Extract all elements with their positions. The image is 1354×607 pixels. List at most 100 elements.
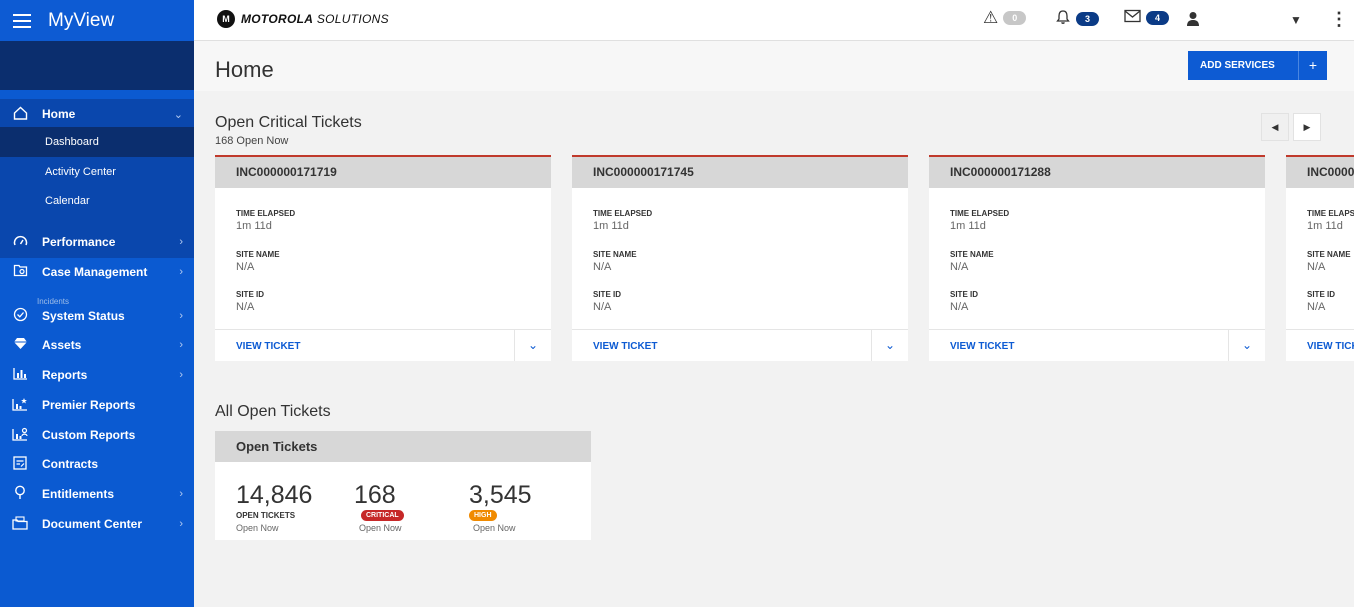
view-ticket-link[interactable]: VIEW TICKET <box>1307 341 1354 352</box>
ticket-card-footer: VIEW TICKET ⌄ <box>572 329 908 361</box>
sidebar-item-custom-reports[interactable]: Custom Reports <box>0 420 194 450</box>
critical-badge: CRITICAL <box>361 510 404 521</box>
time-elapsed-value: 1m 11d <box>236 220 272 232</box>
site-id-label: SITE ID <box>1307 290 1336 299</box>
critical-tickets-subtitle: 168 Open Now <box>215 135 289 147</box>
sidebar-item-document-center[interactable]: Document Center › <box>0 509 194 539</box>
time-elapsed-value: 1m 11d <box>593 220 629 232</box>
user-dropdown-icon[interactable]: ▼ <box>1290 13 1302 27</box>
notifications-button[interactable]: 3 <box>1055 9 1099 28</box>
open-tickets-count: 14,846 <box>236 481 313 509</box>
chevron-down-icon[interactable]: ⌄ <box>1237 338 1257 352</box>
site-name-value: N/A <box>593 261 612 273</box>
site-name-label: SITE NAME <box>593 250 637 259</box>
sidebar-subitem-calendar[interactable]: Calendar <box>0 186 194 216</box>
open-tickets-card-title: Open Tickets <box>215 431 591 462</box>
ticket-id: INC000000171719 <box>215 157 551 188</box>
sidebar-item-case-management[interactable]: Case Management › <box>0 257 194 287</box>
sidebar-item-entitlements[interactable]: Entitlements › <box>0 479 194 509</box>
sidebar-subitem-activity-center[interactable]: Activity Center <box>0 157 194 187</box>
site-id-label: SITE ID <box>236 290 265 299</box>
high-count: 3,545 <box>469 481 532 509</box>
open-now-label: Open Now <box>359 523 402 533</box>
critical-tickets-carousel: INC000000171719 TIME ELAPSED 1m 11d SITE… <box>215 155 1354 361</box>
ticket-card-footer: VIEW TICKET ⌄ <box>215 329 551 361</box>
messages-button[interactable]: 4 <box>1124 9 1169 26</box>
sidebar-header <box>0 41 194 90</box>
ticket-card: INC000000171 TIME ELAPSED 1m 11d SITE NA… <box>1286 155 1354 361</box>
time-elapsed-value: 1m 11d <box>1307 220 1343 232</box>
time-elapsed-label: TIME ELAPSED <box>950 209 1010 218</box>
messages-count-badge: 4 <box>1146 10 1169 25</box>
view-ticket-link[interactable]: VIEW TICKET <box>593 341 657 352</box>
chevron-right-icon: › <box>179 488 183 500</box>
chevron-down-icon: ⌄ <box>173 108 183 121</box>
contract-icon <box>10 455 30 473</box>
sidebar-item-reports[interactable]: Reports › <box>0 360 194 390</box>
open-now-label: Open Now <box>236 523 279 533</box>
alerts-count-badge: 0 <box>1003 10 1027 25</box>
time-elapsed-label: TIME ELAPSED <box>593 209 653 218</box>
pin-icon <box>10 485 30 503</box>
site-name-label: SITE NAME <box>950 250 994 259</box>
site-id-value: N/A <box>593 301 612 313</box>
page-title: Home <box>215 57 274 82</box>
bell-icon <box>1055 9 1071 28</box>
sidebar-item-premier-reports[interactable]: Premier Reports <box>0 390 194 420</box>
time-elapsed-value: 1m 11d <box>950 220 986 232</box>
site-id-value: N/A <box>236 301 255 313</box>
chevron-down-icon[interactable]: ⌄ <box>523 338 543 352</box>
open-now-label: Open Now <box>473 523 516 533</box>
gauge-icon <box>10 235 30 250</box>
diamond-icon <box>10 337 30 353</box>
brand-area: MyView <box>0 0 194 41</box>
chevron-down-icon[interactable]: ⌄ <box>880 338 900 352</box>
site-name-label: SITE NAME <box>1307 250 1351 259</box>
all-open-tickets-title: All Open Tickets <box>215 403 331 420</box>
add-services-button[interactable]: ADD SERVICES + <box>1188 51 1327 80</box>
sidebar-item-home[interactable]: Home ⌄ <box>0 99 194 129</box>
chevron-right-icon: › <box>179 518 183 530</box>
hamburger-menu-icon[interactable] <box>13 13 31 28</box>
user-icon[interactable] <box>1186 11 1200 32</box>
chevron-right-icon: › <box>179 310 183 322</box>
high-badge: HIGH <box>469 510 497 521</box>
case-icon <box>10 264 30 280</box>
site-id-label: SITE ID <box>950 290 979 299</box>
site-name-label: SITE NAME <box>236 250 280 259</box>
site-name-value: N/A <box>1307 261 1326 273</box>
top-bar: MyView M MOTOROLA SOLUTIONS ⚠ 0 3 4 ▼ ⋮ <box>0 0 1354 41</box>
site-id-label: SITE ID <box>593 290 622 299</box>
chevron-right-icon: › <box>179 236 183 248</box>
open-tickets-card: Open Tickets 14,846 OPEN TICKETS Open No… <box>215 431 591 540</box>
chevron-right-icon: › <box>179 369 183 381</box>
chevron-right-icon: › <box>179 339 183 351</box>
more-options-icon[interactable]: ⋮ <box>1330 9 1348 30</box>
ticket-card-footer: VIEW TICKET ⌄ <box>929 329 1265 361</box>
check-circle-icon <box>10 307 30 325</box>
mail-icon <box>1124 9 1141 26</box>
ticket-id: INC000000171 <box>1286 157 1354 188</box>
notifications-count-badge: 3 <box>1076 11 1099 26</box>
site-name-value: N/A <box>236 261 255 273</box>
next-page-icon[interactable]: ▶ <box>1293 113 1321 141</box>
site-id-value: N/A <box>1307 301 1326 313</box>
view-ticket-link[interactable]: VIEW TICKET <box>950 341 1014 352</box>
view-ticket-link[interactable]: VIEW TICKET <box>236 341 300 352</box>
sidebar-subitem-dashboard[interactable]: Dashboard <box>0 127 194 157</box>
time-elapsed-label: TIME ELAPSED <box>1307 209 1354 218</box>
sidebar-item-contracts[interactable]: Contracts <box>0 449 194 479</box>
bar-chart-icon <box>10 367 30 383</box>
sidebar: Home ⌄ Dashboard Activity Center Calenda… <box>0 41 194 607</box>
open-tickets-label: OPEN TICKETS <box>236 511 296 520</box>
critical-count: 168 <box>354 481 396 509</box>
previous-page-icon[interactable]: ◀ <box>1261 113 1289 141</box>
alerts-button[interactable]: ⚠ 0 <box>983 9 1027 26</box>
ticket-card-footer: VIEW TICKET <box>1286 329 1354 361</box>
app-title[interactable]: MyView <box>48 10 114 32</box>
sidebar-item-system-status[interactable]: System Status › <box>0 301 194 331</box>
sidebar-item-performance[interactable]: Performance › <box>0 227 194 257</box>
sidebar-item-assets[interactable]: Assets › <box>0 330 194 360</box>
page-header <box>194 41 1354 91</box>
motorola-logo: M MOTOROLA SOLUTIONS <box>217 10 389 28</box>
